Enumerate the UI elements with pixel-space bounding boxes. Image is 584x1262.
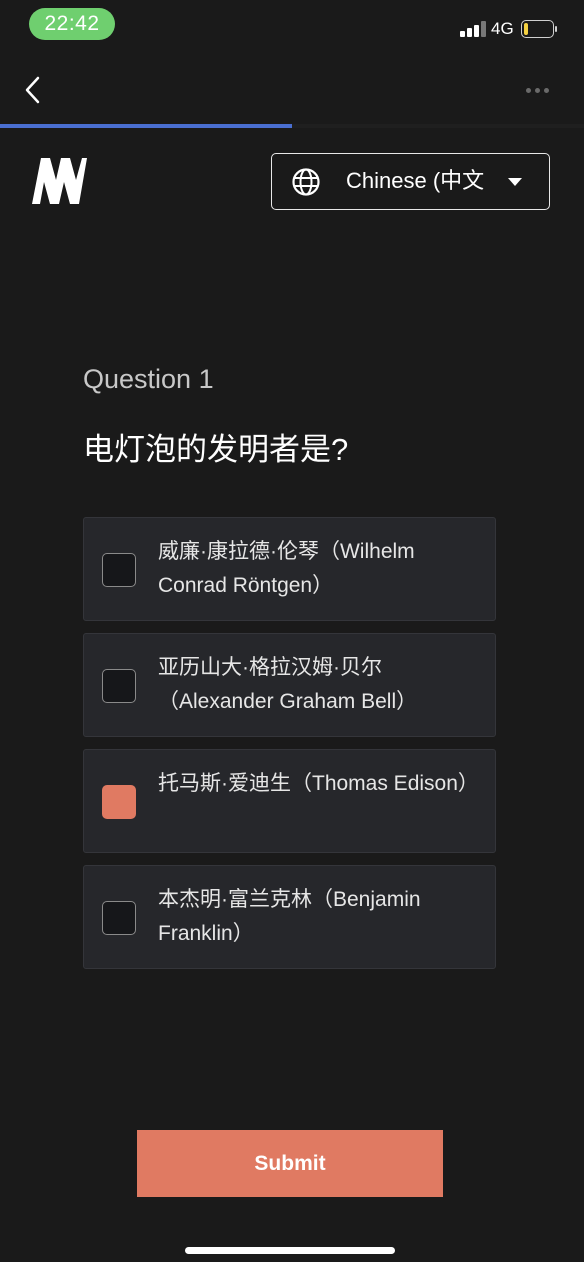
answer-option[interactable]: 托马斯·爱迪生（Thomas Edison） [83,749,496,853]
battery-icon [521,20,557,38]
status-bar: 22:42 4G [0,0,584,52]
more-button[interactable] [522,86,554,98]
answer-label: 亚历山大·格拉汉姆·贝尔（Alexander Graham Bell） [158,656,418,713]
answer-option[interactable]: 威廉·康拉德·伦琴（Wilhelm Conrad Röntgen） [83,517,496,621]
answer-checkbox[interactable] [102,553,136,587]
nav-bar [0,52,584,126]
progress-fill [0,124,292,128]
question-text: 电灯泡的发明者是? [83,432,349,467]
home-indicator [185,1247,395,1254]
caret-down-icon [508,178,522,186]
submit-button[interactable]: Submit [137,1130,443,1197]
progress-bar [0,124,584,128]
quiz-screen: 22:42 4G Chinese (中文 Question 1 电灯泡的发明者是… [0,0,584,1262]
status-time: 22:42 [29,8,115,40]
question-number: Question 1 [83,364,214,394]
answer-label: 本杰明·富兰克林（Benjamin Franklin） [158,888,421,945]
answer-option[interactable]: 亚历山大·格拉汉姆·贝尔（Alexander Graham Bell） [83,633,496,737]
signal-icon [460,21,487,37]
chevron-left-icon [25,76,40,104]
answer-checkbox[interactable] [102,901,136,935]
answer-checkbox[interactable] [102,785,136,819]
back-button[interactable] [16,70,50,110]
answer-label: 托马斯·爱迪生（Thomas Edison） [158,772,479,795]
language-dropdown[interactable]: Chinese (中文 [271,153,550,210]
language-selected-label: Chinese (中文 [346,168,485,193]
brand-logo-icon [32,158,87,204]
answer-checkbox[interactable] [102,669,136,703]
network-type: 4G [491,19,514,38]
answer-option[interactable]: 本杰明·富兰克林（Benjamin Franklin） [83,865,496,969]
globe-icon [292,168,320,196]
answer-label: 威廉·康拉德·伦琴（Wilhelm Conrad Röntgen） [158,540,415,597]
